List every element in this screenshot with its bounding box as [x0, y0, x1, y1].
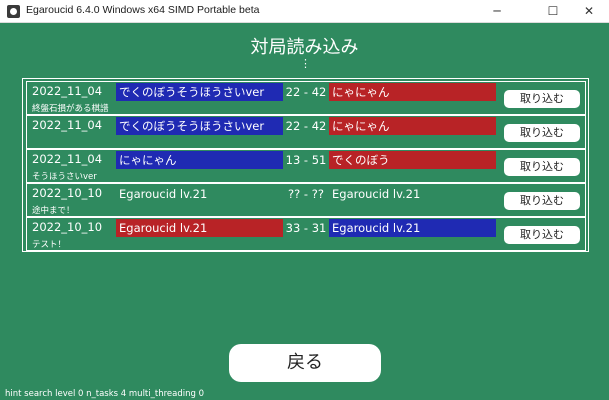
game-memo: 終盤石損がある棋譜	[32, 104, 109, 114]
import-button[interactable]: 取り込む	[504, 192, 580, 210]
game-score: ?? - ??	[288, 187, 324, 201]
game-date: 2022_10_10	[32, 186, 103, 200]
game-date: 2022_11_04	[32, 152, 103, 166]
black-player: でくのぼうそうほうさいver	[116, 117, 283, 135]
black-player: Egaroucid lv.21	[116, 219, 283, 237]
import-button[interactable]: 取り込む	[504, 124, 580, 142]
game-memo: そうほうさいver	[32, 172, 97, 182]
title-bar: Egaroucid 6.4.0 Windows x64 SIMD Portabl…	[0, 0, 609, 23]
game-row: 2022_11_04 そうほうさいver にゃにゃん 13 - 51 でくのぼう…	[26, 149, 586, 183]
game-row: 2022_10_10 途中まで！ Egaroucid lv.21 ?? - ??…	[26, 183, 586, 217]
game-list: 2022_11_04 終盤石損がある棋譜 でくのぼうそうほうさいver 22 -…	[22, 78, 589, 252]
more-dots-icon: ⋮	[300, 57, 311, 70]
game-memo: テスト！	[32, 240, 67, 250]
page-title: 対局読み込み	[250, 37, 359, 58]
close-icon[interactable]: ✕	[566, 0, 609, 23]
black-player: でくのぼうそうほうさいver	[116, 83, 283, 101]
import-button[interactable]: 取り込む	[504, 226, 580, 244]
import-button[interactable]: 取り込む	[504, 90, 580, 108]
app-icon	[7, 5, 20, 18]
game-row: 2022_10_10 テスト！ Egaroucid lv.21 33 - 31 …	[26, 217, 586, 251]
minimize-icon[interactable]: ─	[474, 0, 520, 23]
window-title: Egaroucid 6.4.0 Windows x64 SIMD Portabl…	[26, 4, 260, 16]
game-date: 2022_11_04	[32, 118, 103, 132]
white-player: Egaroucid lv.21	[332, 187, 421, 201]
game-memo: 途中まで！	[32, 206, 75, 216]
game-score: 22 - 42	[285, 85, 327, 99]
status-text: hint search level 0 n_tasks 4 multi_thre…	[5, 389, 204, 399]
white-player: でくのぼう	[329, 151, 496, 169]
black-player: にゃにゃん	[116, 151, 283, 169]
game-date: 2022_10_10	[32, 220, 103, 234]
game-score: 22 - 42	[285, 119, 327, 133]
game-row: 2022_11_04 終盤石損がある棋譜 でくのぼうそうほうさいver 22 -…	[26, 81, 586, 115]
white-player: にゃにゃん	[329, 83, 496, 101]
game-score: 13 - 51	[285, 153, 327, 167]
back-button[interactable]: 戻る	[229, 344, 381, 382]
black-player: Egaroucid lv.21	[119, 187, 208, 201]
white-player: Egaroucid lv.21	[329, 219, 496, 237]
game-date: 2022_11_04	[32, 84, 103, 98]
white-player: にゃにゃん	[329, 117, 496, 135]
game-score: 33 - 31	[285, 221, 327, 235]
import-button[interactable]: 取り込む	[504, 158, 580, 176]
game-row: 2022_11_04 でくのぼうそうほうさいver 22 - 42 にゃにゃん …	[26, 115, 586, 149]
